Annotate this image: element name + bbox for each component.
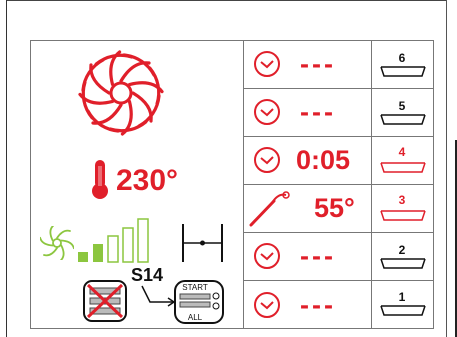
core-probe-icon [249, 191, 290, 227]
shelf-5-button[interactable]: 5 [372, 89, 434, 135]
frame-right-border [446, 0, 447, 337]
shelf-row-core-probe[interactable]: 55° [244, 185, 370, 231]
oven-temperature[interactable]: 230° [116, 166, 178, 196]
timer-icon [254, 99, 280, 125]
width-measure-icon[interactable] [180, 222, 226, 264]
tray-icon [380, 114, 426, 125]
frame-top-border [6, 0, 446, 1]
program-label: S14 [131, 265, 164, 285]
arrow-icon [141, 285, 176, 307]
shelf-1-button[interactable]: 1 [372, 281, 434, 328]
fan-power-bars[interactable] [76, 216, 156, 264]
shelf-row-timer[interactable]: 0:05 [244, 137, 370, 183]
frame-left-border [6, 0, 7, 337]
shelf-4-button[interactable]: 4 [372, 137, 434, 183]
fan-speed-icon[interactable] [40, 226, 74, 260]
shelf-number: 2 [398, 243, 406, 257]
tray-icon [380, 258, 426, 269]
shelf-2-button[interactable]: 2 [372, 233, 434, 279]
shelf-number: 5 [398, 99, 406, 113]
timer-icon [254, 243, 280, 269]
shelf-number: 4 [398, 145, 406, 159]
convection-fan-icon[interactable] [78, 50, 164, 136]
timer-value: --- [300, 241, 336, 271]
tray-icon [380, 162, 426, 173]
trays-disabled-icon[interactable] [83, 280, 127, 322]
shelf-row-timer[interactable]: --- [244, 89, 370, 135]
shelf-6-button[interactable]: 6 [372, 41, 434, 87]
timer-icon [254, 51, 280, 77]
start-label: START [182, 283, 208, 292]
shelf-row-timer[interactable]: --- [244, 41, 370, 87]
tray-icon [380, 66, 426, 77]
timer-icon [254, 147, 280, 173]
timer-value: --- [300, 290, 336, 320]
all-label: ALL [187, 313, 203, 322]
shelf-number: 3 [398, 193, 406, 207]
start-all-button[interactable]: START ALL [174, 280, 224, 324]
shelf-row-timer[interactable]: --- [244, 281, 370, 328]
timer-value: --- [300, 97, 336, 127]
core-temperature-value: 55° [314, 193, 355, 223]
timer-value: --- [300, 49, 336, 79]
shelf-number: 6 [398, 51, 406, 65]
shelf-3-button[interactable]: 3 [372, 185, 434, 231]
shelf-row-timer[interactable]: --- [244, 233, 370, 279]
tray-icon [380, 305, 426, 316]
thermometer-icon [92, 160, 108, 199]
tray-icon [380, 210, 426, 221]
timer-icon [254, 292, 280, 318]
timer-value: 0:05 [296, 145, 351, 175]
shelf-number: 1 [398, 290, 406, 304]
